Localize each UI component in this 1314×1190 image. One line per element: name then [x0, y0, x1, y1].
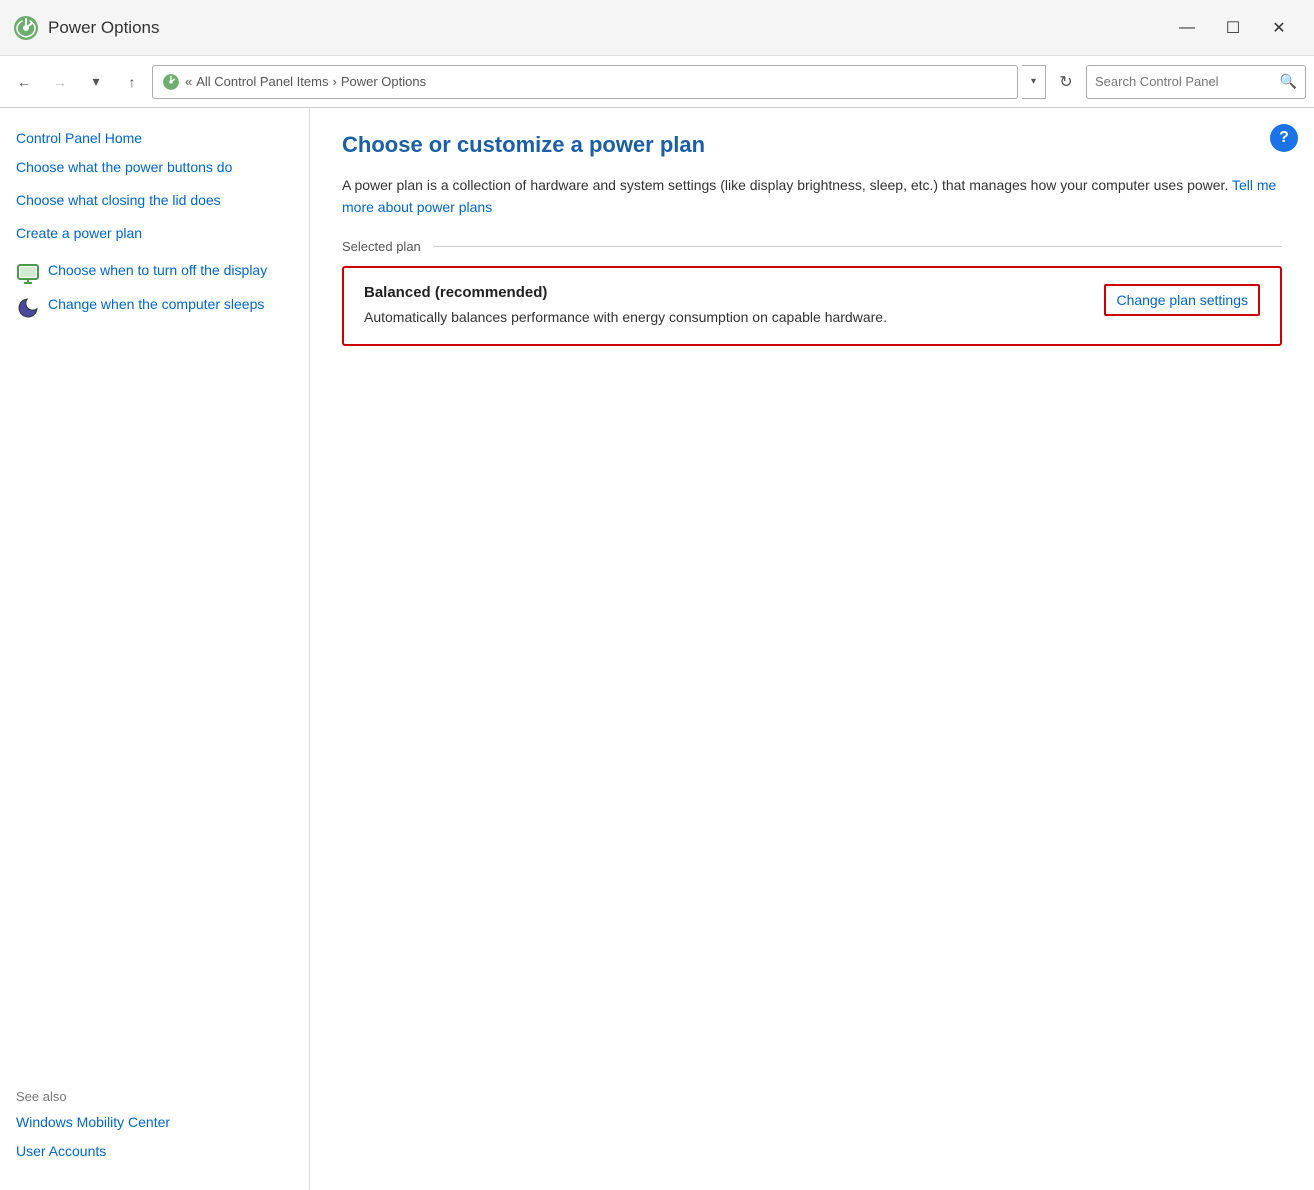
main-layout: Control Panel Home Choose what the power…	[0, 108, 1314, 1190]
sidebar-spacer	[16, 328, 293, 1073]
address-dropdown-button[interactable]: ▾	[1022, 65, 1046, 99]
up-button[interactable]: ↑	[116, 66, 148, 98]
sidebar-item-turn-off-display-container: Choose when to turn off the display	[16, 260, 293, 286]
address-bar: ← → ▾ ↑ « All Control Panel Items › Powe…	[0, 56, 1314, 108]
path-current: Power Options	[341, 74, 426, 89]
content-area: ? Choose or customize a power plan A pow…	[310, 108, 1314, 1190]
refresh-button[interactable]: ↻	[1050, 66, 1082, 98]
display-icon	[16, 262, 40, 286]
sidebar-item-turn-off-display[interactable]: Choose when to turn off the display	[48, 260, 267, 281]
sidebar-item-windows-mobility[interactable]: Windows Mobility Center	[16, 1112, 293, 1133]
plan-name: Balanced (recommended)	[364, 284, 1084, 301]
sidebar-item-create-plan[interactable]: Create a power plan	[16, 223, 293, 244]
close-button[interactable]: ✕	[1256, 12, 1302, 44]
plan-description: Automatically balances performance with …	[364, 307, 1084, 328]
sidebar-item-power-buttons[interactable]: Choose what the power buttons do	[16, 157, 293, 178]
title-bar: Power Options — ☐ ✕	[0, 0, 1314, 56]
description-text: A power plan is a collection of hardware…	[342, 174, 1282, 219]
maximize-button[interactable]: ☐	[1210, 12, 1256, 44]
search-input[interactable]	[1095, 74, 1280, 89]
description-body: A power plan is a collection of hardware…	[342, 177, 1228, 193]
forward-button[interactable]: →	[44, 66, 76, 98]
see-also-section: See also Windows Mobility Center User Ac…	[16, 1073, 293, 1170]
search-box: 🔍	[1086, 65, 1306, 99]
divider-line	[433, 246, 1282, 247]
help-button[interactable]: ?	[1270, 124, 1298, 152]
search-icon-button[interactable]: 🔍	[1280, 73, 1297, 90]
minimize-button[interactable]: —	[1164, 12, 1210, 44]
sidebar: Control Panel Home Choose what the power…	[0, 108, 310, 1190]
sidebar-item-control-panel-home[interactable]: Control Panel Home	[16, 128, 293, 149]
path-all-items[interactable]: All Control Panel Items	[196, 74, 328, 89]
sidebar-item-computer-sleeps[interactable]: Change when the computer sleeps	[48, 294, 264, 315]
dropdown-recent-button[interactable]: ▾	[80, 66, 112, 98]
selected-plan-label: Selected plan	[342, 239, 421, 254]
plan-info: Balanced (recommended) Automatically bal…	[364, 284, 1084, 328]
window-title: Power Options	[48, 18, 1164, 38]
plan-card: Balanced (recommended) Automatically bal…	[342, 266, 1282, 346]
path-separator-left: «	[185, 74, 192, 89]
sidebar-item-computer-sleeps-container: Change when the computer sleeps	[16, 294, 293, 320]
address-path-container: « All Control Panel Items › Power Option…	[152, 65, 1018, 99]
page-title: Choose or customize a power plan	[342, 132, 1282, 158]
section-divider: Selected plan	[342, 239, 1282, 254]
path-icon	[161, 72, 181, 92]
path-arrow: ›	[332, 74, 336, 89]
change-plan-link[interactable]: Change plan settings	[1104, 284, 1260, 316]
app-icon	[12, 14, 40, 42]
sidebar-item-user-accounts[interactable]: User Accounts	[16, 1141, 293, 1162]
back-button[interactable]: ←	[8, 66, 40, 98]
see-also-label: See also	[16, 1089, 293, 1104]
moon-icon	[16, 296, 40, 320]
window-controls: — ☐ ✕	[1164, 12, 1302, 44]
sidebar-item-closing-lid[interactable]: Choose what closing the lid does	[16, 190, 293, 211]
